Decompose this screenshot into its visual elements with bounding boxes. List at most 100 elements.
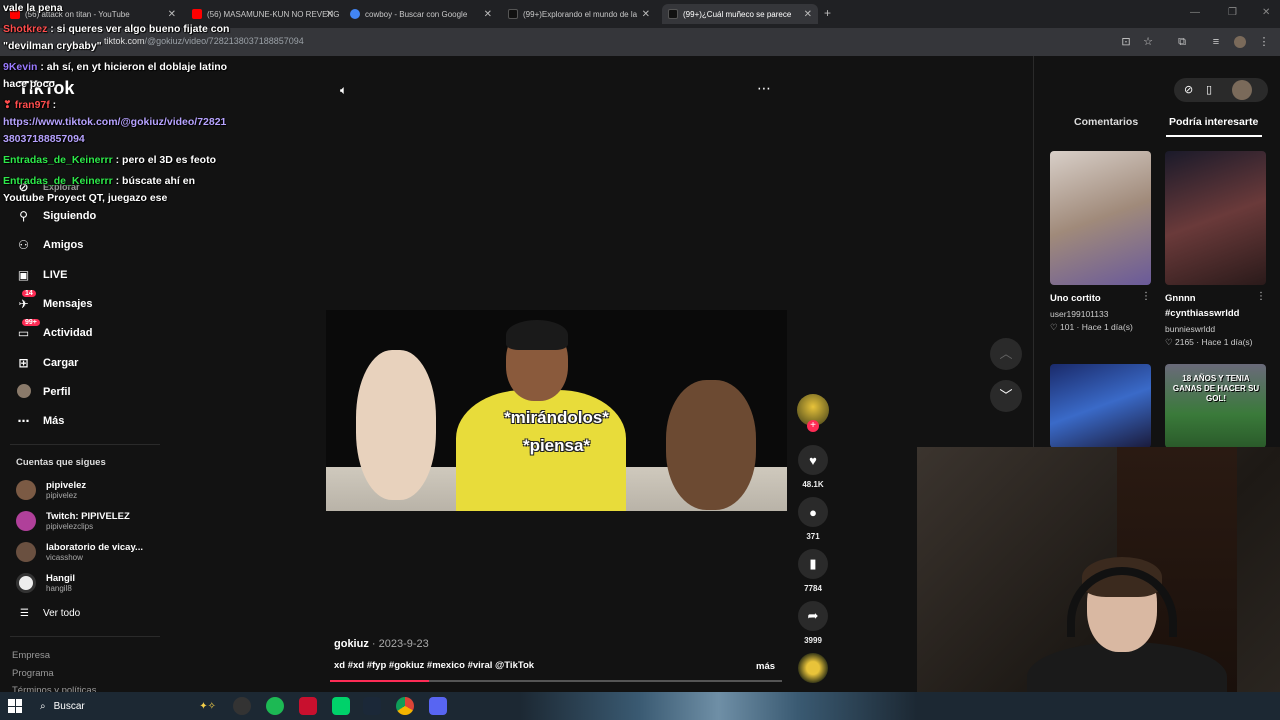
video-thumbnail[interactable] — [1165, 151, 1266, 285]
like-action[interactable]: ♥ 48.1K — [797, 445, 829, 489]
video-thumbnail[interactable]: 18 AÑOS Y TENIA GANAS DE HACER SU GOL! — [1165, 364, 1266, 448]
list-icon: ☰ — [20, 608, 29, 619]
notification-badge: 99+ — [22, 319, 40, 326]
close-tab-icon[interactable]: ✕ — [168, 9, 176, 20]
close-tab-icon[interactable]: ✕ — [326, 9, 334, 20]
more-link[interactable]: más — [756, 661, 775, 672]
spotify-icon[interactable] — [266, 697, 284, 715]
comment-icon[interactable]: ● — [798, 497, 828, 527]
browser-tab[interactable]: (99+)Explorando el mundo de la ✕ — [502, 4, 656, 24]
chat-text: Youtube Proyect QT, juegazo ese — [3, 192, 168, 204]
tab-comments[interactable]: Comentarios — [1074, 116, 1138, 128]
see-all-label: Ver todo — [42, 608, 81, 619]
profile-avatar-icon[interactable] — [1234, 36, 1246, 48]
close-tab-icon[interactable]: ✕ — [642, 9, 650, 20]
phone-icon[interactable]: ▯ — [1206, 83, 1212, 96]
footer-link[interactable]: Empresa — [12, 650, 50, 661]
followed-account[interactable]: pipivelez pipivelez — [16, 477, 86, 503]
nav-item-cargar[interactable]: ⊞ Cargar — [16, 352, 78, 374]
video-caption: *piensa* — [522, 436, 591, 455]
chat-line: https://www.tiktok.com/@gokiuz/video/728… — [3, 114, 226, 131]
compass-icon[interactable]: ⊘ — [1184, 83, 1193, 96]
discord-icon[interactable] — [429, 697, 447, 715]
nav-item-siguiendo[interactable]: ⚲ Siguiendo — [16, 205, 96, 227]
next-video-icon[interactable]: ﹀ — [990, 380, 1022, 412]
media-controls-icon[interactable]: ≡ — [1210, 36, 1222, 48]
card-menu-icon[interactable]: ⋮ — [1141, 291, 1151, 302]
account-name: laboratorio de vicay... — [46, 542, 143, 553]
video-author[interactable]: gokiuz · 2023-9-23 — [334, 638, 429, 650]
video-thumbnail[interactable] — [1050, 364, 1151, 448]
comment-action[interactable]: ● 371 — [797, 497, 829, 541]
extensions-icon[interactable]: ⧉ — [1176, 36, 1188, 48]
previous-video-icon[interactable]: ︿ — [990, 338, 1022, 370]
chat-username: Shotkrez — [3, 23, 48, 35]
share-icon[interactable]: ➦ — [798, 601, 828, 631]
card-title[interactable]: Gnnnn #cynthiasswrldd — [1165, 291, 1265, 321]
sidebar-divider — [10, 444, 160, 445]
maximize-icon[interactable]: ❐ — [1228, 7, 1237, 18]
close-window-icon[interactable]: ✕ — [1262, 7, 1270, 18]
video-progress-bar[interactable] — [330, 680, 782, 682]
see-all-link[interactable]: ☰ Ver todo — [20, 608, 80, 619]
active-tab-indicator — [1166, 135, 1262, 137]
save-action[interactable]: ▮ 7784 — [797, 549, 829, 593]
bookmark-star-icon[interactable]: ☆ — [1142, 36, 1154, 48]
share-action[interactable]: ➦ 3999 — [797, 601, 829, 645]
chrome-icon[interactable] — [396, 697, 414, 715]
comment-count: 371 — [806, 532, 820, 541]
video-thumbnail[interactable] — [1050, 151, 1151, 285]
windows-start-icon[interactable] — [8, 699, 22, 713]
heart-icon[interactable]: ♥ — [798, 445, 828, 475]
more-options-icon[interactable]: ⋯ — [757, 80, 771, 97]
kick-icon[interactable] — [332, 697, 350, 715]
steam-icon[interactable] — [363, 697, 381, 715]
profile-icon — [16, 383, 31, 401]
speaker-icon[interactable]: 🔈︎ — [340, 83, 347, 98]
chat-text: hace poco — [3, 78, 55, 90]
obs-icon[interactable] — [233, 697, 251, 715]
nav-item-mas[interactable]: ⋯ Más — [16, 410, 65, 432]
taskbar-search[interactable]: ⌕ Buscar ✦✧ — [32, 694, 222, 718]
card-user[interactable]: user199101133 — [1050, 309, 1108, 319]
account-handle: hangil8 — [46, 584, 72, 593]
avatar — [16, 542, 36, 562]
new-tab-icon[interactable]: + — [824, 6, 831, 20]
sparkle-icon: ✦✧ — [199, 700, 216, 712]
nav-item-live[interactable]: ▣ LIVE — [16, 264, 68, 286]
tab-related[interactable]: Podría interesarte — [1169, 116, 1258, 128]
browser-menu-icon[interactable]: ⋮ — [1258, 36, 1270, 48]
heart-icon: ♡ — [1050, 322, 1058, 332]
card-title[interactable]: Uno cortito — [1050, 291, 1145, 306]
video-player[interactable]: *mirándolos* *piensa* — [326, 310, 787, 511]
followed-account[interactable]: Twitch: PIPIVELEZ pipivelezclips — [16, 508, 130, 534]
close-tab-icon[interactable]: ✕ — [484, 9, 492, 20]
browser-tab[interactable]: cowboy - Buscar con Google ✕ — [344, 4, 498, 24]
nav-label: Mensajes — [43, 298, 93, 310]
nav-item-perfil[interactable]: Perfil — [16, 381, 71, 403]
card-user[interactable]: bunnieswrldd — [1165, 324, 1215, 334]
nav-item-actividad[interactable]: ▭ 99+ Actividad — [16, 319, 93, 344]
minimize-icon[interactable]: — — [1190, 7, 1200, 18]
avatar[interactable] — [1232, 80, 1252, 100]
close-tab-icon[interactable]: ✕ — [804, 9, 812, 20]
chat-text: : búscate ahí en — [115, 175, 195, 187]
nav-item-amigos[interactable]: ⚇ Amigos — [16, 234, 83, 256]
card-menu-icon[interactable]: ⋮ — [1256, 291, 1266, 302]
voicemeeter-icon[interactable] — [299, 697, 317, 715]
nav-item-mensajes[interactable]: ✈ 14 Mensajes — [16, 290, 93, 315]
progress-fill — [330, 680, 430, 682]
author-name: gokiuz — [334, 638, 369, 650]
follow-plus-icon[interactable]: + — [807, 420, 819, 432]
card-likes: 101 — [1060, 322, 1075, 332]
music-disc-icon[interactable] — [798, 653, 828, 683]
chat-text: "devilman crybaby" — [3, 40, 102, 52]
followed-account[interactable]: Hangil hangil8 — [16, 570, 75, 596]
browser-tab-active[interactable]: (99+)¿Cuál muñeco se parece ✕ — [662, 4, 818, 24]
install-app-icon[interactable]: ⊡ — [1120, 36, 1132, 48]
bookmark-icon[interactable]: ▮ — [798, 549, 828, 579]
followed-account[interactable]: laboratorio de vicay... vicasshow — [16, 539, 143, 565]
footer-link[interactable]: Términos y políticas — [12, 685, 96, 692]
tab-label: cowboy - Buscar con Google — [365, 9, 468, 19]
footer-link[interactable]: Programa — [12, 668, 54, 679]
